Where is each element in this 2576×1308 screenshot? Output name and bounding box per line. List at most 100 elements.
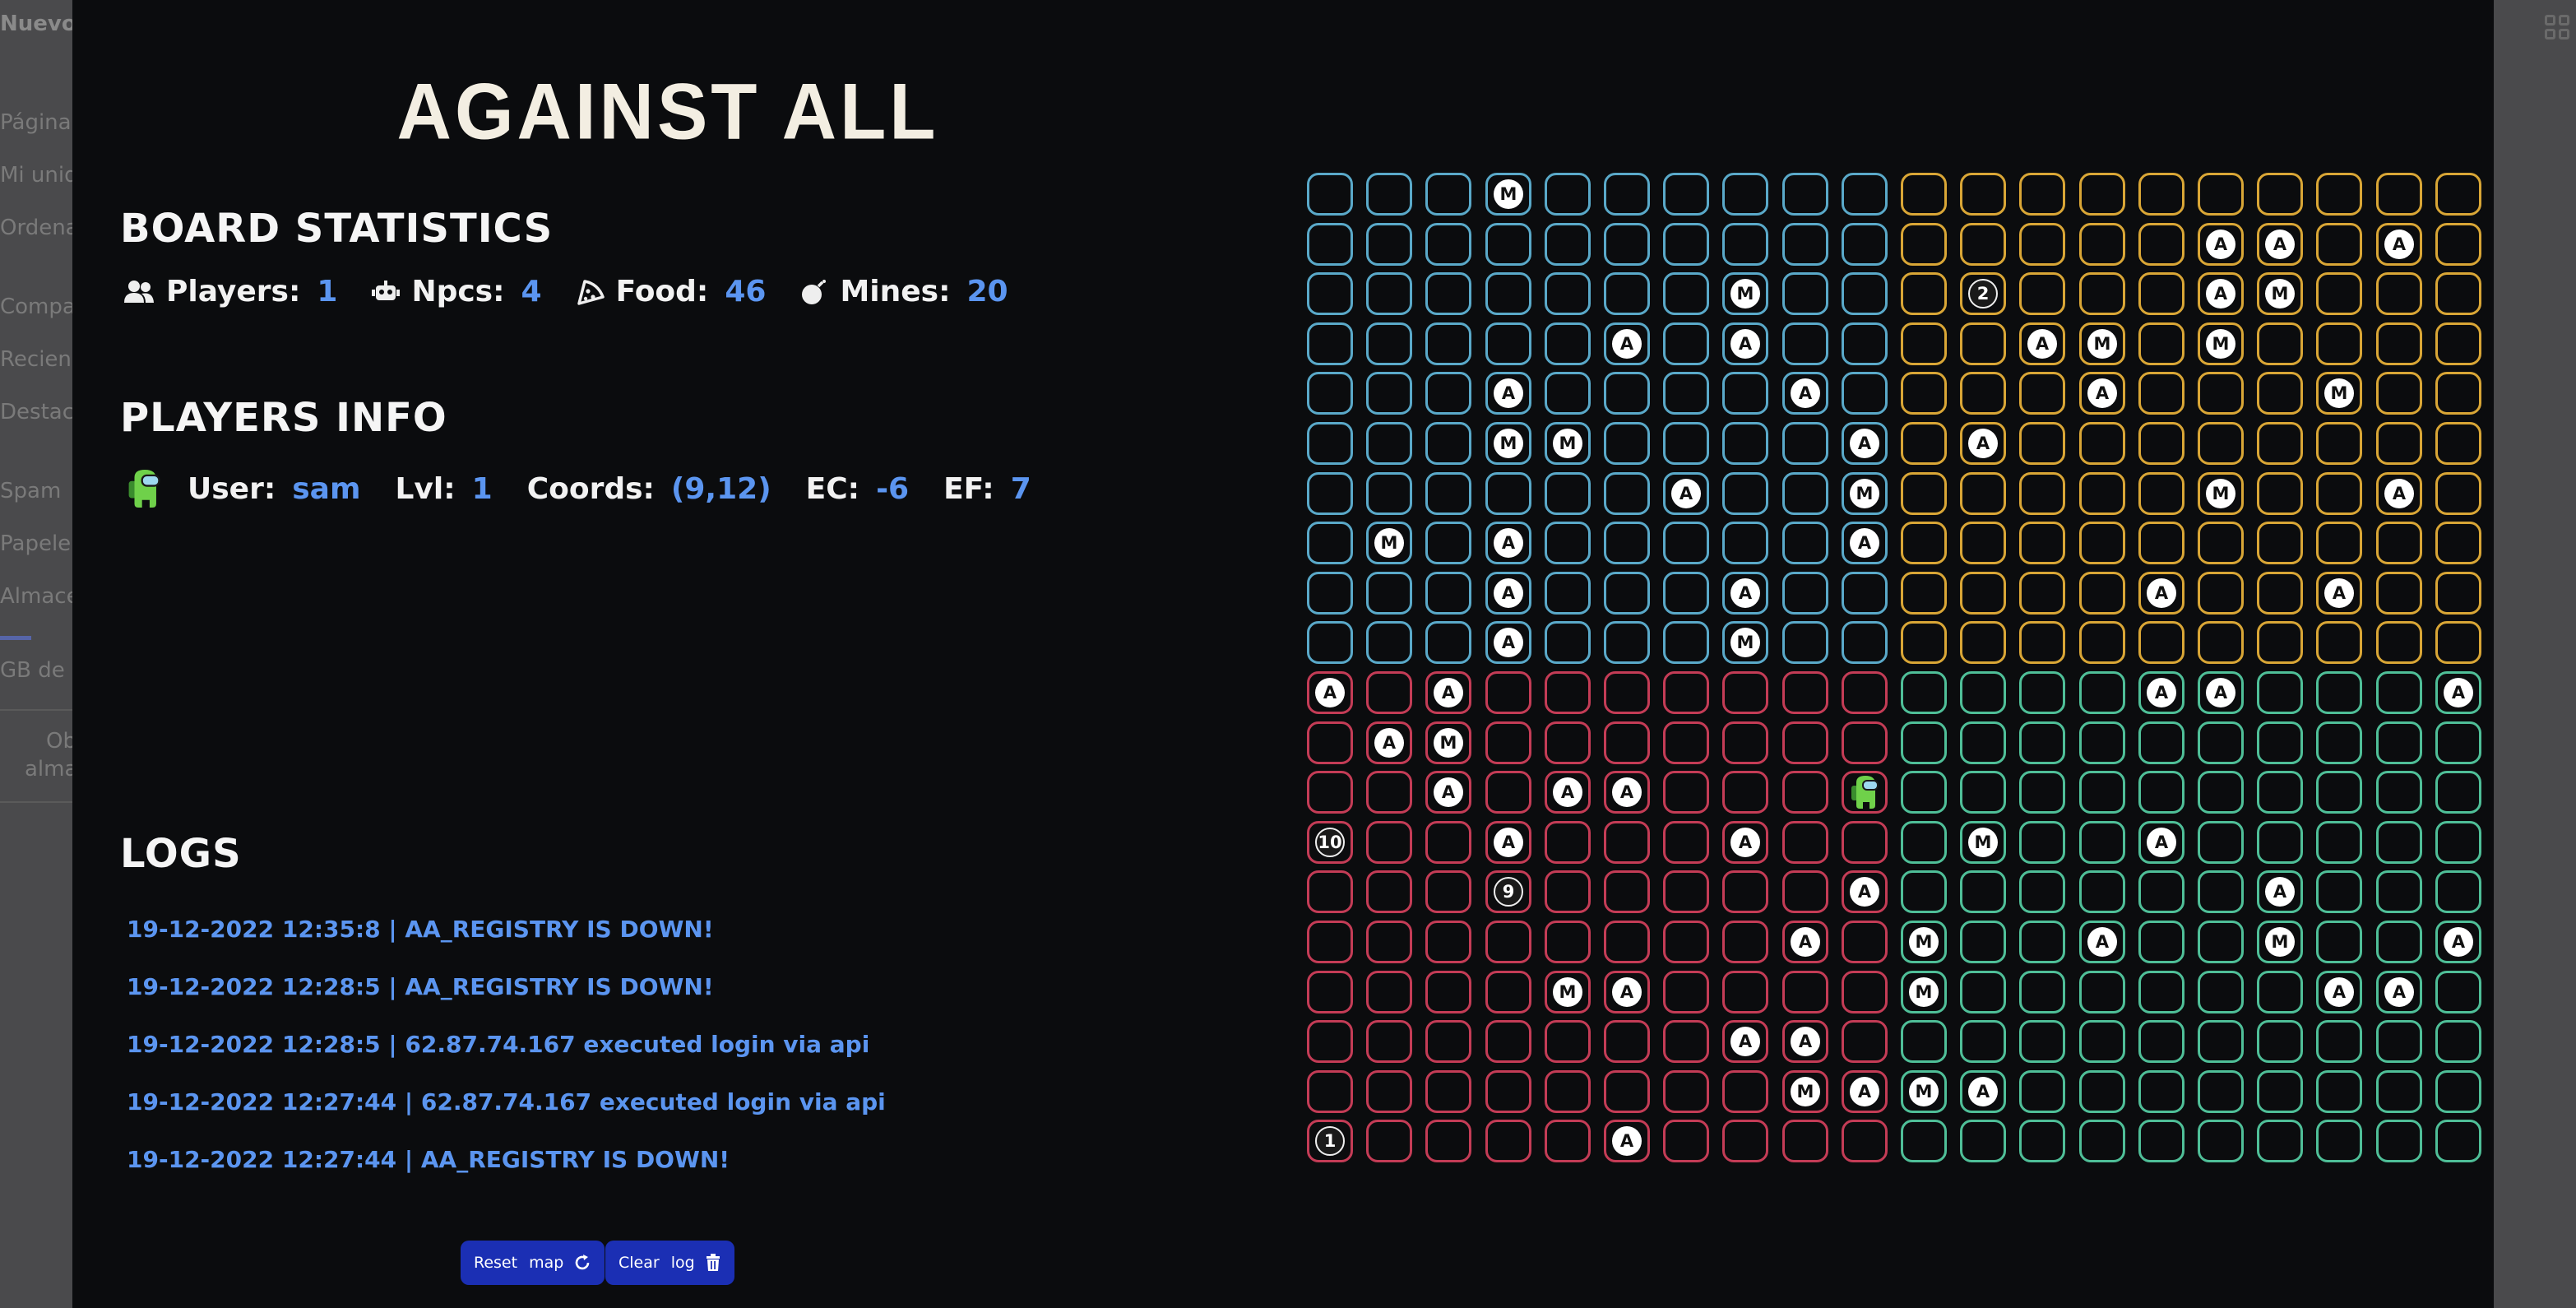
board-cell bbox=[2376, 422, 2422, 465]
board-cell bbox=[1366, 1120, 1412, 1162]
board-cell: A bbox=[1960, 1070, 2006, 1113]
food-marker: A bbox=[1850, 877, 1879, 907]
board-cell: A bbox=[1842, 870, 1888, 913]
bg-sidebar-item: Ordena bbox=[0, 216, 79, 240]
board-cell bbox=[1604, 1070, 1650, 1113]
food-marker: A bbox=[2147, 678, 2176, 707]
board-cell bbox=[2138, 1070, 2185, 1113]
board-cell bbox=[1425, 1070, 1471, 1113]
board-cell: A bbox=[2198, 671, 2244, 714]
board-cell bbox=[1366, 173, 1412, 216]
board-cell bbox=[1425, 870, 1471, 913]
board-cell bbox=[1425, 223, 1471, 266]
board-cell bbox=[1901, 821, 1947, 864]
mine-marker: M bbox=[2265, 927, 2295, 957]
board-cell: A bbox=[1604, 1120, 1650, 1162]
board-cell bbox=[1366, 971, 1412, 1013]
board-cell bbox=[1366, 322, 1412, 365]
board-cell bbox=[1663, 621, 1709, 664]
board-cell bbox=[2138, 522, 2185, 564]
board-cell: A bbox=[1485, 522, 1531, 564]
board-cell bbox=[1960, 971, 2006, 1013]
board-cell: A bbox=[1960, 422, 2006, 465]
board-cell bbox=[1545, 472, 1591, 515]
board-cell bbox=[2079, 870, 2125, 913]
board-cell bbox=[1485, 771, 1531, 814]
board-cell bbox=[2019, 721, 2065, 764]
board-cell bbox=[1307, 771, 1353, 814]
board-cell bbox=[1960, 870, 2006, 913]
board-cell bbox=[1366, 1070, 1412, 1113]
mine-marker: M bbox=[1909, 1077, 1939, 1106]
reset-map-button[interactable]: Reset map bbox=[461, 1241, 605, 1285]
board-cell bbox=[2257, 472, 2303, 515]
board-cell: M bbox=[1425, 721, 1471, 764]
board-cell bbox=[2435, 771, 2481, 814]
food-marker: A bbox=[1850, 528, 1879, 558]
food-marker: A bbox=[1968, 429, 1998, 458]
board-cell bbox=[1901, 771, 1947, 814]
board-cell bbox=[1901, 671, 1947, 714]
bg-sidebar-item: Mi unid bbox=[0, 163, 78, 188]
reset-map-label: Reset map bbox=[474, 1254, 564, 1272]
board-cell bbox=[1366, 272, 1412, 315]
board-cell bbox=[1901, 223, 1947, 266]
players-info-heading: PLAYERS INFO bbox=[120, 395, 447, 441]
board-cell bbox=[2257, 372, 2303, 415]
board-cell: A bbox=[2138, 671, 2185, 714]
board-cell: A bbox=[2435, 671, 2481, 714]
board-cell bbox=[1782, 472, 1828, 515]
bg-sidebar-item: Recien bbox=[0, 347, 72, 372]
board-cell bbox=[1485, 921, 1531, 963]
board-cell bbox=[2376, 921, 2422, 963]
board-cell: M bbox=[2257, 272, 2303, 315]
npc-level-marker: 10 bbox=[1315, 828, 1345, 857]
board-cell bbox=[1307, 272, 1353, 315]
board-cell: A bbox=[2376, 223, 2422, 266]
board-cell bbox=[1425, 572, 1471, 615]
food-marker: A bbox=[1374, 728, 1404, 758]
board-cell bbox=[1901, 472, 1947, 515]
npcs-count: 4 bbox=[521, 275, 542, 308]
board-cell: M bbox=[1722, 272, 1768, 315]
board-cell bbox=[1842, 1120, 1888, 1162]
board-cell bbox=[2138, 223, 2185, 266]
board-cell bbox=[1663, 721, 1709, 764]
board-cell: A bbox=[2198, 272, 2244, 315]
board-cell bbox=[2316, 472, 2362, 515]
board-cell bbox=[2376, 1120, 2422, 1162]
board-cell bbox=[2138, 173, 2185, 216]
board-cell bbox=[1901, 372, 1947, 415]
board-cell bbox=[2376, 1070, 2422, 1113]
board-cell bbox=[1425, 821, 1471, 864]
board-cell bbox=[1901, 272, 1947, 315]
board-cell bbox=[2198, 870, 2244, 913]
board-cell bbox=[2198, 921, 2244, 963]
board-cell bbox=[1425, 1120, 1471, 1162]
board-cell bbox=[2376, 821, 2422, 864]
board-cell bbox=[2376, 621, 2422, 664]
player-avatar-icon bbox=[128, 470, 160, 508]
food-marker: A bbox=[1612, 1126, 1642, 1156]
board-cell bbox=[1663, 1070, 1709, 1113]
board-cell bbox=[2435, 322, 2481, 365]
board-cell bbox=[1722, 1120, 1768, 1162]
grid-view-icon bbox=[2545, 15, 2569, 39]
board-cell bbox=[2198, 621, 2244, 664]
clear-log-button[interactable]: Clear log bbox=[605, 1241, 734, 1285]
coords-label: Coords: bbox=[526, 471, 655, 506]
board-cell bbox=[2079, 771, 2125, 814]
board-cell bbox=[1366, 671, 1412, 714]
board-cell bbox=[1782, 223, 1828, 266]
board-cell: A bbox=[2019, 322, 2065, 365]
board-cell bbox=[1960, 921, 2006, 963]
board-cell bbox=[1663, 1020, 1709, 1063]
board-cell bbox=[1604, 272, 1650, 315]
board-cell bbox=[2138, 621, 2185, 664]
board-cell: M bbox=[1485, 422, 1531, 465]
board-cell bbox=[1960, 223, 2006, 266]
board-cell: A bbox=[2079, 921, 2125, 963]
board-cell bbox=[1604, 422, 1650, 465]
lvl-label: Lvl: bbox=[395, 471, 456, 506]
board-cell bbox=[1782, 572, 1828, 615]
